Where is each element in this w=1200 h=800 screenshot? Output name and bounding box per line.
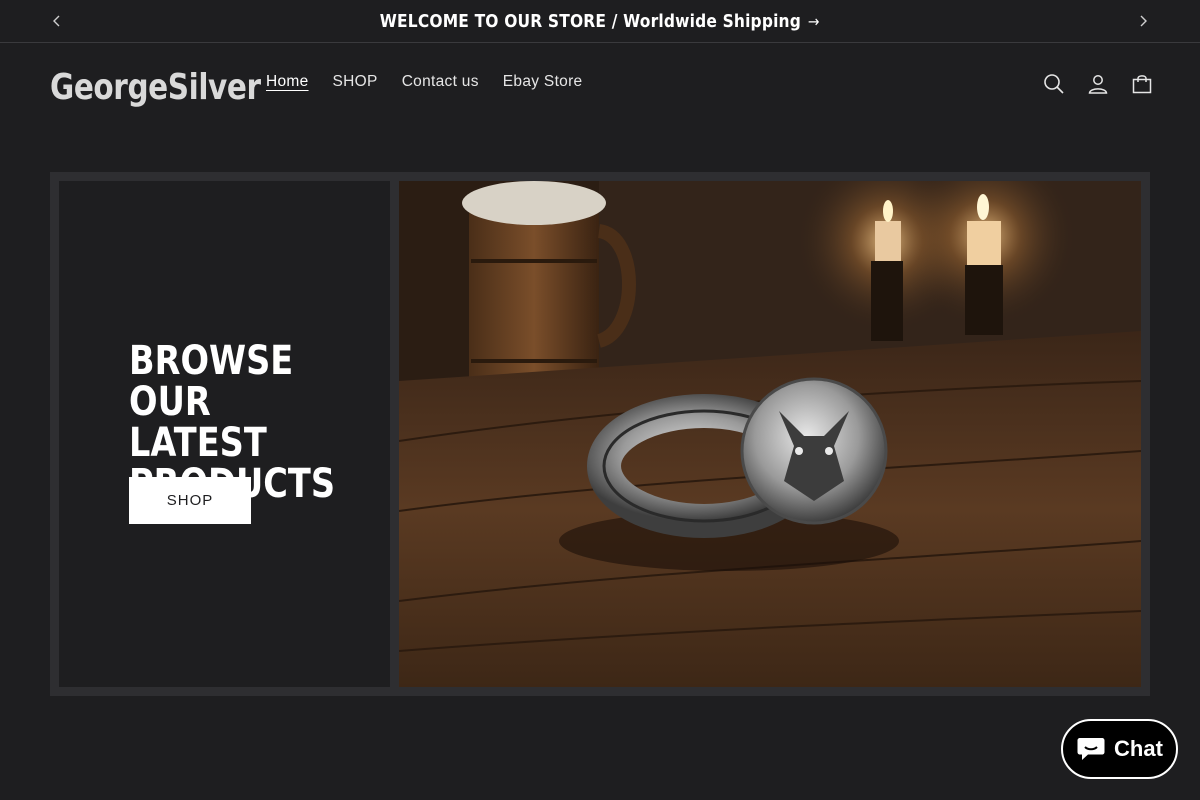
nav-item-ebay-store[interactable]: Ebay Store [491,73,595,91]
hero-banner: BROWSE OUR LATEST PRODUCTS SHOP [50,172,1150,696]
chat-button[interactable]: Chat [1061,719,1178,779]
arrow-right-icon: → [808,11,820,31]
account-button[interactable] [1086,72,1110,96]
header-icons [1042,72,1154,96]
announcement-prev-button[interactable] [44,8,70,34]
announcement-text: WELCOME TO OUR STORE / Worldwide Shippin… [380,10,802,32]
search-icon [1044,74,1064,94]
search-button[interactable] [1042,72,1066,96]
chat-label: Chat [1114,736,1163,761]
nav-item-contact[interactable]: Contact us [390,73,491,91]
candle-right [967,221,1001,265]
chevron-left-icon [53,15,60,27]
banner-image [399,181,1141,687]
shop-button[interactable]: SHOP [129,477,251,524]
cart-button[interactable] [1130,72,1154,96]
announcement-link[interactable]: WELCOME TO OUR STORE / Worldwide Shippin… [380,11,820,32]
ring-photo [399,181,1141,687]
site-logo[interactable]: GeorgeSilver [50,67,261,108]
announcement-bar: WELCOME TO OUR STORE / Worldwide Shippin… [0,0,1200,43]
site-header: GeorgeSilver Home SHOP Contact us Ebay S… [0,43,1200,131]
banner-text-panel: BROWSE OUR LATEST PRODUCTS SHOP [59,181,390,687]
main-nav: Home SHOP Contact us Ebay Store [254,73,594,91]
candle-left [875,221,901,261]
nav-item-shop[interactable]: SHOP [321,73,390,91]
chat-bubble-icon [1077,738,1105,760]
cart-icon [1132,75,1152,94]
account-icon [1088,75,1108,94]
nav-item-home[interactable]: Home [254,73,321,91]
chevron-right-icon [1140,15,1147,27]
announcement-next-button[interactable] [1130,8,1156,34]
